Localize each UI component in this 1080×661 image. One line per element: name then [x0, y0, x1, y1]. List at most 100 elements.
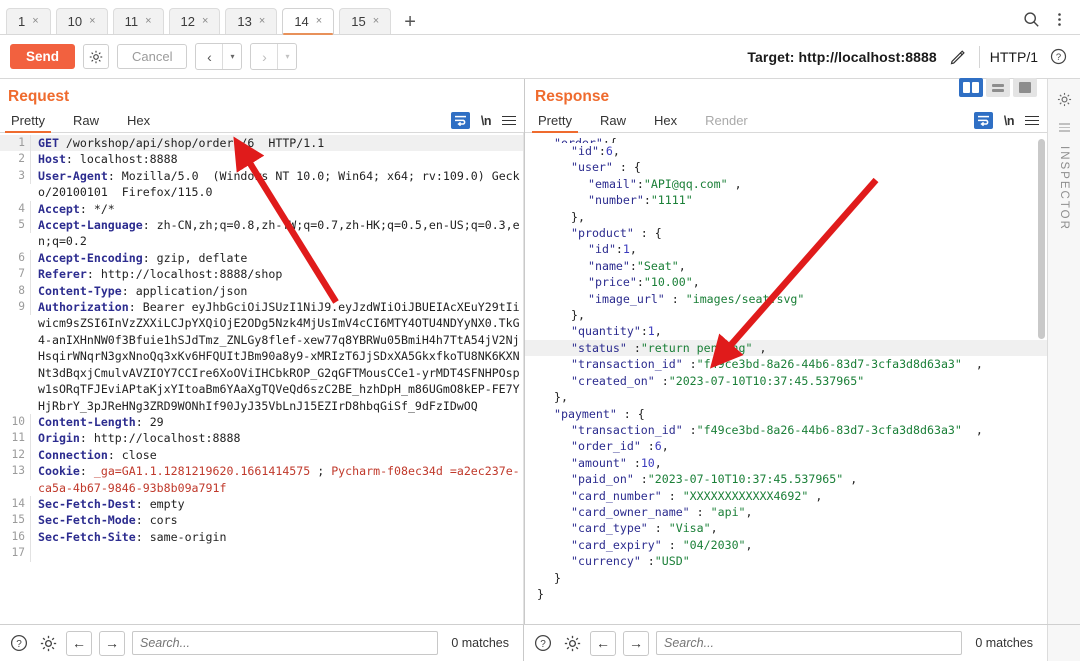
hamburger-icon[interactable] — [1025, 115, 1039, 127]
token: Authorization — [38, 300, 129, 315]
help-circle-icon[interactable]: ? — [1048, 47, 1068, 67]
history-forward-group[interactable]: › ▾ — [250, 43, 298, 70]
search-icon[interactable] — [1018, 7, 1044, 31]
token: }, — [554, 390, 568, 405]
repeater-tab-10[interactable]: 10 × — [55, 8, 108, 34]
token: "2023-07-10T10:37:45.537965" — [647, 472, 844, 487]
repeater-tab-15[interactable]: 15 × — [339, 8, 392, 34]
request-tab-pretty[interactable]: Pretty — [5, 113, 51, 133]
single-pane-icon[interactable] — [1013, 78, 1037, 97]
gear-icon[interactable] — [37, 632, 59, 654]
pencil-icon[interactable] — [947, 46, 969, 68]
search-next-button[interactable]: → — [623, 630, 649, 656]
cancel-button[interactable]: Cancel — [117, 44, 188, 69]
token: Accept-Encoding — [38, 250, 143, 265]
action-bar: Send Cancel ‹ ▾ › ▾ Target: http://local… — [0, 35, 1080, 79]
line-text: "email":"API@qq.com" , — [525, 176, 1047, 192]
split-vertical-icon[interactable] — [959, 78, 983, 97]
token: GET — [38, 136, 59, 150]
history-forward-caret-icon[interactable]: ▾ — [277, 44, 296, 69]
inspector-label[interactable]: INSPECTOR — [1058, 146, 1070, 231]
request-line: 3 User-Agent: Mozilla/5.0 (Windows NT 10.… — [0, 167, 524, 201]
line-text: "quantity":1, — [525, 323, 1047, 339]
line-number: 13 — [0, 463, 31, 480]
repeater-tab-12[interactable]: 12 × — [168, 8, 221, 34]
token: : — [682, 422, 697, 437]
token: "f49ce3bd-8a26-44b6-83d7-3cfa3d8d63a3" — [696, 357, 962, 372]
request-tab-raw[interactable]: Raw — [70, 113, 102, 132]
token: 1 — [647, 324, 655, 339]
token: User-Agent — [38, 168, 108, 183]
history-back-group[interactable]: ‹ ▾ — [195, 43, 243, 70]
token: "API@qq.com" — [643, 176, 728, 191]
response-tab-pretty[interactable]: Pretty — [532, 113, 578, 133]
history-back-button[interactable]: ‹ — [196, 44, 222, 69]
http-version-label: HTTP/1 — [989, 48, 1038, 65]
send-button[interactable]: Send — [10, 44, 76, 69]
response-tab-render[interactable]: Render — [702, 113, 751, 132]
add-tab-button[interactable]: + — [396, 9, 424, 34]
close-icon[interactable]: × — [145, 16, 151, 27]
repeater-tab-11[interactable]: 11 × — [112, 8, 164, 34]
response-editor[interactable]: "order":{"id":6, "user" : {"email":"API@q… — [525, 133, 1047, 624]
kebab-menu-icon[interactable] — [1046, 7, 1072, 31]
request-line: 7 Referer: http://localhost:8888/shop — [0, 266, 524, 283]
close-icon[interactable]: × — [89, 16, 95, 27]
token: : — [598, 144, 606, 158]
line-text: "transaction_id" :"f49ce3bd-8a26-44b6-83… — [525, 422, 1047, 438]
line-text: "created_on" :"2023-07-10T10:37:45.53796… — [525, 373, 1047, 389]
response-search-input[interactable] — [656, 631, 963, 655]
close-icon[interactable]: × — [202, 16, 208, 27]
token: "status" — [571, 340, 627, 355]
response-tab-hex[interactable]: Hex — [651, 113, 680, 132]
response-line: }, — [525, 307, 1047, 323]
request-tab-hex[interactable]: Hex — [124, 113, 153, 132]
response-line: "created_on" :"2023-07-10T10:37:45.53796… — [525, 373, 1047, 389]
token: "name" — [588, 258, 630, 273]
token: : — [636, 176, 644, 191]
token: "user" — [571, 160, 613, 175]
repeater-tab-13[interactable]: 13 × — [225, 8, 278, 34]
newline-toggle[interactable]: \n — [1004, 114, 1015, 128]
help-circle-icon[interactable]: ? — [8, 632, 30, 654]
gear-icon[interactable] — [561, 632, 583, 654]
request-search-input[interactable] — [132, 631, 439, 655]
line-text: "id":6, — [525, 143, 1047, 159]
drag-grip-icon[interactable] — [1058, 123, 1070, 132]
line-text: "currency" :"USD" — [525, 553, 1047, 569]
history-forward-button[interactable]: › — [251, 44, 277, 69]
line-text: "paid_on" :"2023-07-10T10:37:45.537965" … — [525, 471, 1047, 487]
word-wrap-icon[interactable] — [450, 112, 470, 129]
line-text: "amount" :10, — [525, 455, 1047, 471]
newline-toggle[interactable]: \n — [481, 114, 492, 128]
close-icon[interactable]: × — [32, 16, 38, 27]
repeater-tab-1[interactable]: 1 × — [6, 8, 51, 34]
token: : — [629, 258, 637, 273]
close-icon[interactable]: × — [316, 16, 322, 27]
request-line: 4 Accept: */* — [0, 200, 524, 218]
gear-icon[interactable] — [83, 44, 110, 69]
token: HTTP/1.1 — [268, 136, 325, 150]
word-wrap-icon[interactable] — [973, 112, 993, 129]
close-icon[interactable]: × — [373, 16, 379, 27]
history-back-caret-icon[interactable]: ▾ — [222, 44, 241, 69]
response-match-count: 0 matches — [975, 636, 1033, 650]
search-prev-button[interactable]: ← — [590, 630, 616, 656]
response-tab-raw[interactable]: Raw — [597, 113, 629, 132]
hamburger-icon[interactable] — [502, 115, 516, 127]
gear-icon[interactable] — [1051, 87, 1077, 111]
repeater-tab-14[interactable]: 14 × — [282, 8, 335, 35]
help-circle-icon[interactable]: ? — [532, 632, 554, 654]
line-text: "product" : { — [525, 225, 1047, 241]
request-editor[interactable]: 1 GET /workshop/api/shop/orders/6 HTTP/1.… — [0, 133, 524, 624]
request-line: 17 — [0, 545, 524, 562]
split-horizontal-icon[interactable] — [986, 78, 1010, 97]
close-icon[interactable]: × — [259, 16, 265, 27]
line-text: Accept: */* — [31, 201, 524, 217]
line-text: }, — [525, 209, 1047, 225]
search-prev-button[interactable]: ← — [66, 630, 92, 656]
response-scrollbar[interactable] — [1038, 139, 1045, 339]
search-next-button[interactable]: → — [99, 630, 125, 656]
token: "return pending" — [640, 340, 753, 355]
token: : close — [107, 447, 157, 462]
